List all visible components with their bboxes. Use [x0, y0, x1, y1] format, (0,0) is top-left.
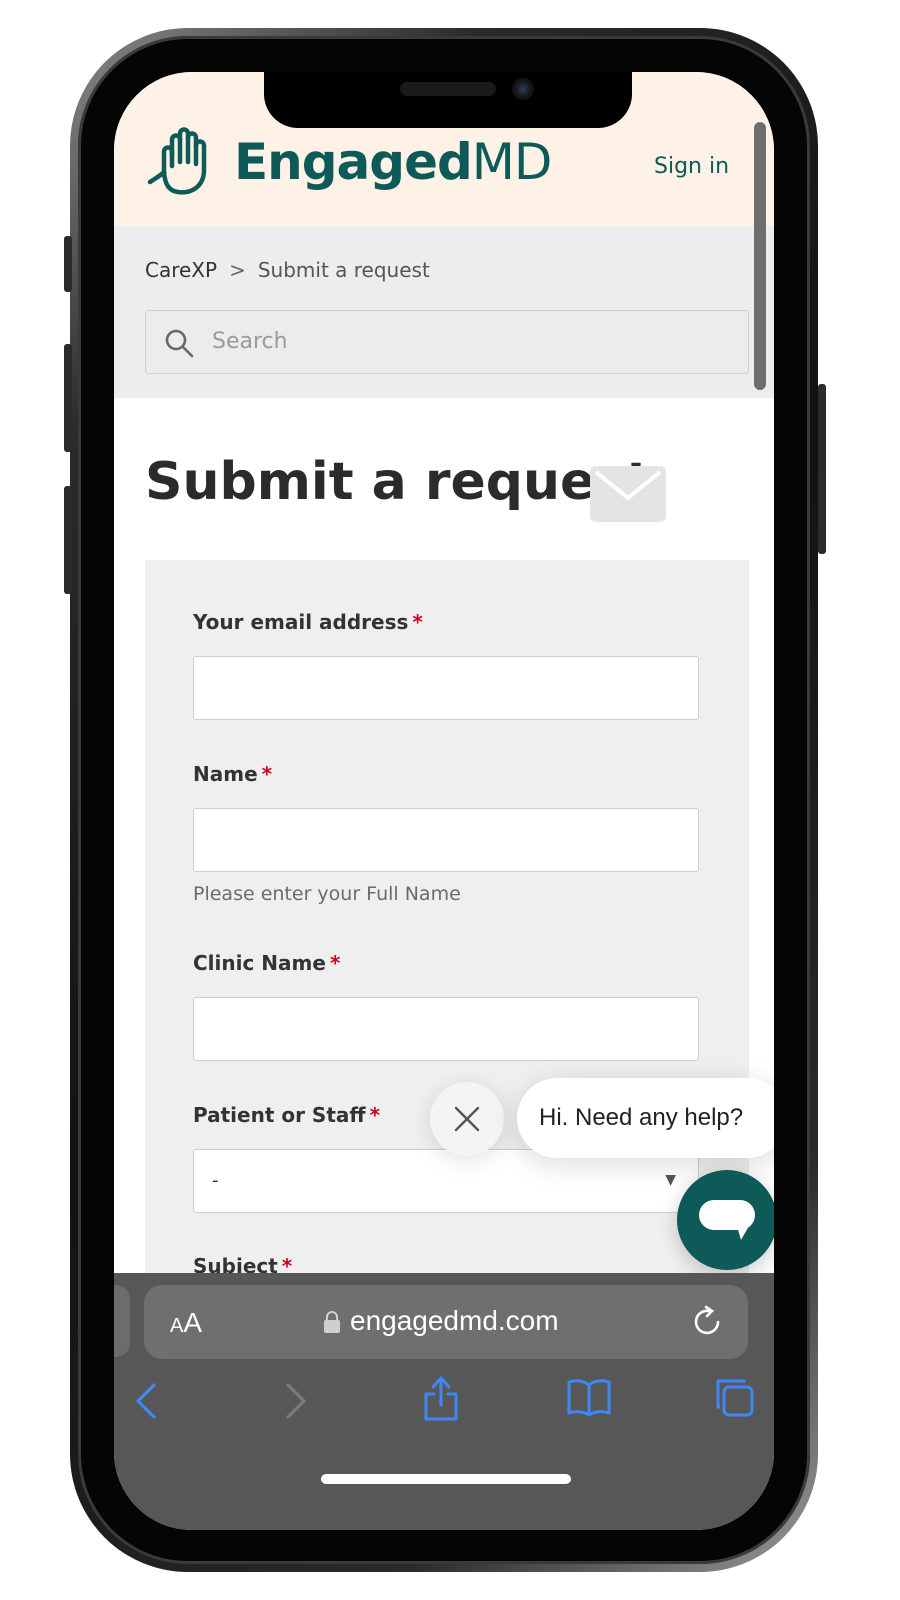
- chevron-down-icon: ▼: [665, 1172, 676, 1188]
- patient-staff-label-text: Patient or Staff: [193, 1103, 366, 1127]
- safari-toolbar: AA engagedmd.com: [114, 1273, 774, 1530]
- url-text: engagedmd.com: [350, 1305, 559, 1336]
- name-label: Name *: [193, 762, 272, 786]
- brand-name: EngagedMD: [234, 133, 553, 191]
- mail-icon: [590, 466, 666, 522]
- email-label-text: Your email address: [193, 610, 409, 634]
- page-scrollbar[interactable]: [754, 122, 766, 390]
- chat-launcher-button[interactable]: [677, 1170, 774, 1270]
- chat-greeting-text: Hi. Need any help?: [539, 1104, 744, 1131]
- brand-name-light: MD: [471, 133, 553, 191]
- text-size-button[interactable]: AA: [170, 1307, 202, 1339]
- volume-up-button: [64, 344, 72, 452]
- tabs-icon[interactable]: [714, 1377, 756, 1419]
- required-mark: *: [261, 762, 273, 786]
- phone-screen: EngagedMD Sign in CareXP > Submit a requ…: [114, 72, 774, 1530]
- patient-staff-selected-value: -: [212, 1170, 219, 1191]
- forward-icon[interactable]: [284, 1381, 310, 1421]
- back-icon[interactable]: [132, 1381, 158, 1421]
- required-mark: *: [412, 610, 423, 634]
- breadcrumb: CareXP > Submit a request: [145, 258, 430, 282]
- clinic-label: Clinic Name *: [193, 951, 340, 975]
- hand-logo-icon: [147, 127, 207, 195]
- name-hint: Please enter your Full Name: [193, 883, 461, 905]
- brand-name-bold: Engaged: [234, 133, 473, 191]
- email-field[interactable]: [193, 656, 699, 720]
- page-title: Submit a request: [145, 452, 652, 512]
- front-camera: [512, 78, 534, 100]
- chat-icon: [699, 1200, 755, 1240]
- chat-greeting-bubble[interactable]: Hi. Need any help?: [517, 1078, 774, 1158]
- breadcrumb-current[interactable]: Submit a request: [258, 258, 430, 282]
- reload-icon[interactable]: [692, 1305, 724, 1339]
- email-label: Your email address *: [193, 610, 423, 634]
- request-form: Your email address * Name * Please enter y…: [145, 560, 749, 1320]
- text-size-big-a: A: [183, 1307, 203, 1338]
- home-indicator[interactable]: [321, 1474, 571, 1484]
- previous-tab-peek[interactable]: [114, 1285, 130, 1357]
- search-input[interactable]: Search: [145, 310, 749, 374]
- patient-staff-label: Patient or Staff *: [193, 1103, 380, 1127]
- breadcrumb-separator: >: [229, 258, 246, 282]
- required-mark: *: [369, 1103, 381, 1127]
- clinic-name-field[interactable]: [193, 997, 699, 1061]
- name-field[interactable]: [193, 808, 699, 872]
- power-button: [818, 384, 826, 554]
- close-icon: [454, 1106, 480, 1132]
- breadcrumb-search-band: CareXP > Submit a request Search: [114, 226, 774, 398]
- engagedmd-logo[interactable]: EngagedMD: [146, 126, 553, 198]
- patient-staff-select[interactable]: - ▼: [193, 1149, 699, 1213]
- sign-in-link[interactable]: Sign in: [654, 154, 729, 179]
- breadcrumb-root-link[interactable]: CareXP: [145, 258, 217, 282]
- share-icon[interactable]: [422, 1375, 460, 1421]
- name-label-text: Name: [193, 762, 258, 786]
- address-bar[interactable]: AA engagedmd.com: [144, 1285, 748, 1359]
- mute-switch: [64, 236, 72, 292]
- bookmarks-icon[interactable]: [566, 1377, 612, 1417]
- search-placeholder: Search: [212, 329, 288, 354]
- chat-dismiss-button[interactable]: [430, 1082, 504, 1156]
- notch: [264, 72, 632, 128]
- volume-down-button: [64, 486, 72, 594]
- speaker: [400, 82, 496, 96]
- clinic-label-text: Clinic Name: [193, 951, 326, 975]
- text-size-small-a: A: [170, 1315, 184, 1337]
- lock-icon: [324, 1311, 340, 1333]
- required-mark: *: [329, 951, 341, 975]
- search-icon: [165, 329, 194, 358]
